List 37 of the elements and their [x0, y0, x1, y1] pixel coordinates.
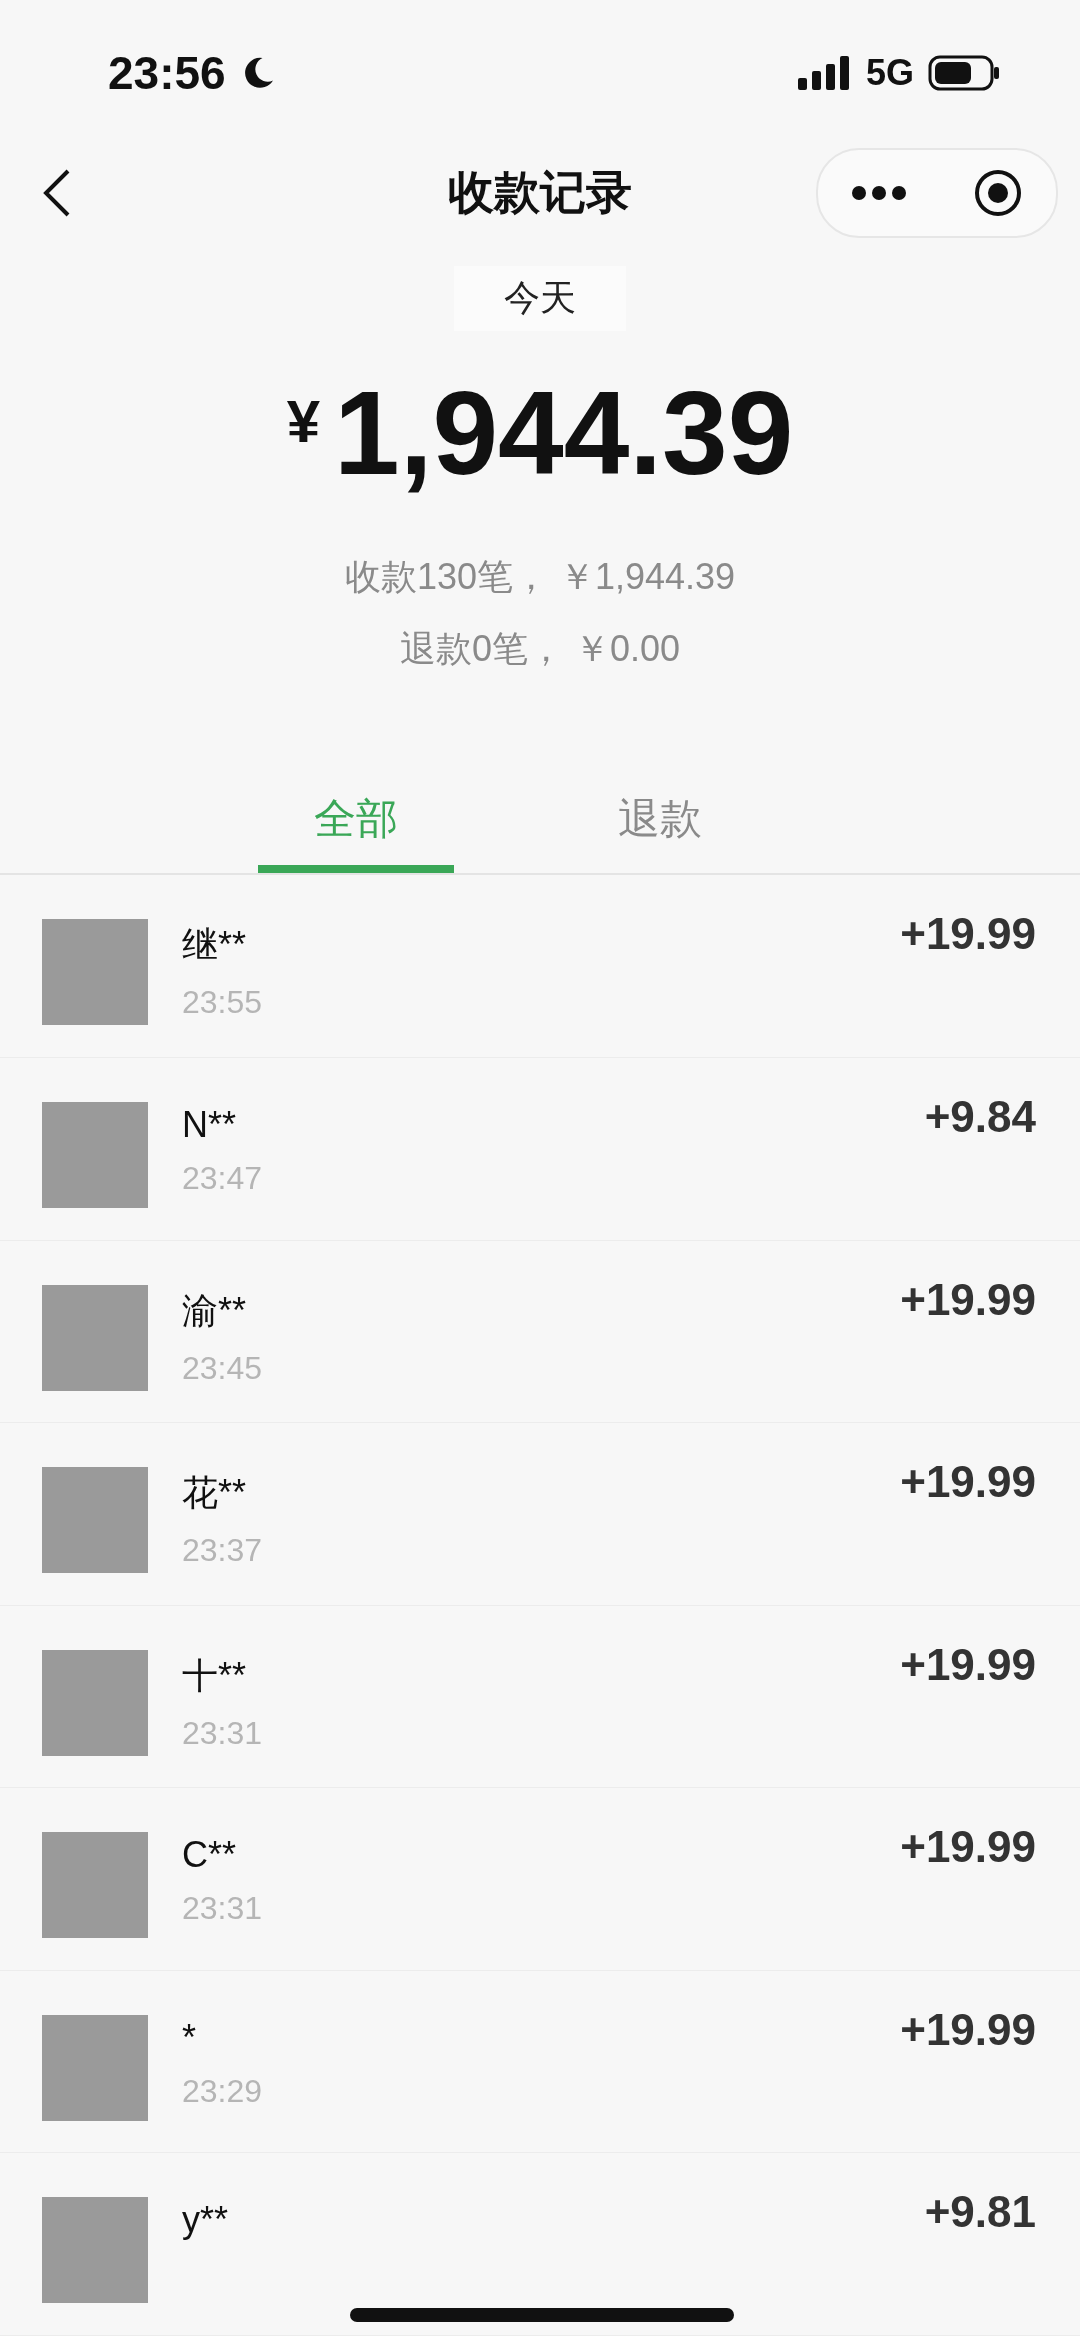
close-target-icon[interactable] [973, 167, 1023, 218]
filter-tab[interactable]: 全部 [258, 781, 454, 874]
payment-time: 23:37 [182, 1532, 264, 1570]
payment-time: 23:31 [182, 1890, 264, 1928]
payer-name: y** [182, 2199, 230, 2242]
payer-name: C** [182, 1834, 238, 1877]
status-time: 23:56 [108, 46, 226, 101]
payer-name: 继** [182, 923, 248, 968]
payer-name: * [182, 2016, 197, 2059]
payment-amount: +19.99 [900, 1274, 1036, 1325]
payment-amount: +19.99 [900, 2004, 1036, 2055]
payer-name: 渝** [182, 1288, 248, 1333]
period-label: 今天 [454, 266, 626, 332]
refund-summary: 退款0笔， ￥0.00 [398, 627, 682, 672]
filter-tab[interactable]: 退款 [562, 781, 758, 874]
payment-time: 23:45 [182, 1349, 264, 1387]
payment-amount: +19.99 [900, 1822, 1036, 1873]
payer-name: 十** [182, 1653, 248, 1698]
payment-amount: +9.84 [924, 1092, 1036, 1142]
payment-amount: +19.99 [900, 1457, 1036, 1508]
payment-amount: +19.99 [900, 1639, 1036, 1690]
payment-amount: +19.99 [900, 909, 1036, 960]
payment-amount: +9.81 [924, 2187, 1036, 2238]
network-label: 5G [865, 52, 914, 95]
total-amount: 1,944.39 [334, 366, 794, 502]
currency-symbol: ¥ [286, 387, 320, 457]
payment-time: 23:55 [182, 984, 264, 1022]
payment-time: 23:47 [182, 1160, 264, 1197]
signal-icon [797, 56, 852, 91]
more-icon[interactable] [851, 184, 907, 201]
payer-name: 花** [182, 1471, 248, 1516]
payer-name: N** [182, 1104, 238, 1146]
payment-time: 23:31 [182, 1714, 264, 1752]
battery-icon [928, 55, 1000, 92]
payment-time: 23:29 [182, 2072, 264, 2110]
page-title: 收款记录 [448, 164, 632, 220]
received-summary: 收款130笔， ￥1,944.39 [343, 555, 737, 600]
